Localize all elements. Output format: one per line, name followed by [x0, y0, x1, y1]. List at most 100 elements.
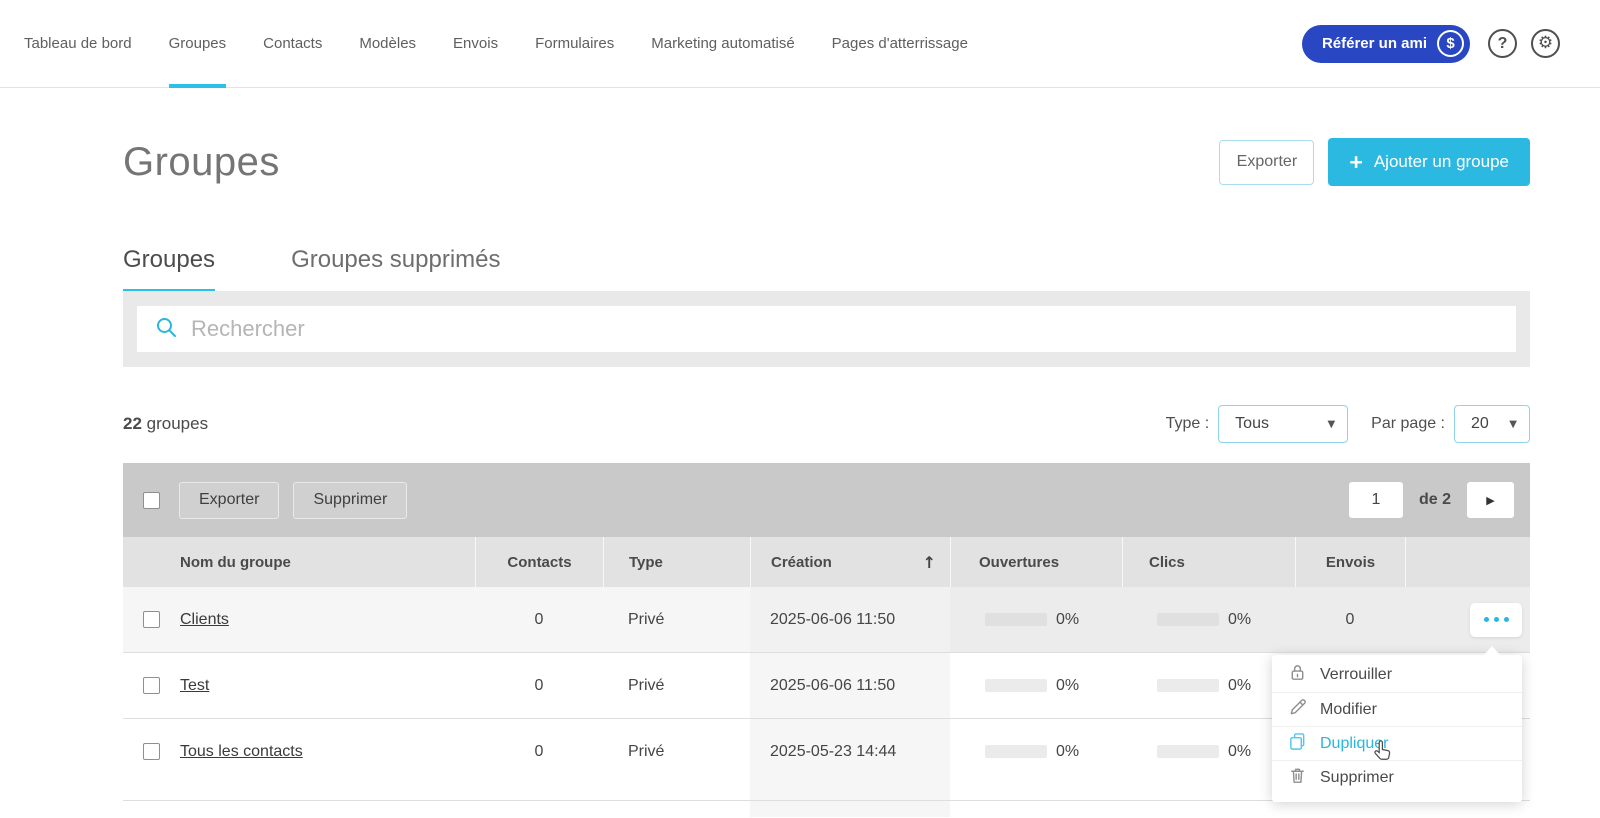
row-created-cell: 2025-06-06 11:50: [750, 653, 950, 718]
header-sends[interactable]: Envois: [1295, 537, 1405, 587]
bulk-export-button[interactable]: Exporter: [179, 482, 279, 519]
dollar-icon: $: [1437, 30, 1464, 57]
clicks-progress-bar: [1157, 679, 1219, 692]
menu-item-edit[interactable]: Modifier: [1272, 692, 1522, 726]
type-filter-select[interactable]: Tous ▼: [1218, 405, 1348, 443]
bulk-delete-button[interactable]: Supprimer: [293, 482, 407, 519]
row-context-menu: Verrouiller Modifier Dupliquer: [1272, 655, 1522, 802]
menu-item-label: Supprimer: [1320, 769, 1394, 787]
row-checkbox[interactable]: [143, 677, 160, 694]
row-opens-cell: 0%: [950, 719, 1122, 800]
tab-groups[interactable]: Groupes: [123, 246, 215, 293]
refer-friend-button[interactable]: Référer un ami $: [1302, 25, 1470, 63]
table-toolbar: Exporter Supprimer de 2 ▶: [123, 463, 1530, 537]
group-name-link[interactable]: Tous les contacts: [180, 743, 303, 761]
nav-item-dashboard[interactable]: Tableau de bord: [24, 0, 132, 88]
clicks-progress-bar: [1157, 745, 1219, 758]
row-type-cell: Privé: [603, 653, 750, 718]
opens-percent: 0%: [1056, 743, 1079, 761]
duplicate-icon: [1288, 732, 1307, 756]
per-page-label: Par page :: [1371, 415, 1445, 433]
page-header: Groupes Exporter + Ajouter un groupe: [123, 136, 1530, 188]
per-page-select[interactable]: 20 ▼: [1454, 405, 1530, 443]
menu-item-lock[interactable]: Verrouiller: [1272, 658, 1522, 692]
row-checkbox[interactable]: [143, 611, 160, 628]
top-navigation: Tableau de bord Groupes Contacts Modèles…: [0, 0, 1600, 88]
row-type-cell: Privé: [603, 587, 750, 652]
group-count: 22 groupes: [123, 414, 208, 434]
row-checkbox[interactable]: [143, 743, 160, 760]
opens-progress-bar: [985, 745, 1047, 758]
group-name-link[interactable]: Clients: [180, 611, 229, 629]
menu-item-duplicate[interactable]: Dupliquer: [1272, 726, 1522, 760]
row-clicks-cell: 0%: [1122, 719, 1295, 800]
header-actions: [1405, 537, 1530, 587]
row-opens-cell: 0%: [950, 653, 1122, 718]
menu-item-label: Modifier: [1320, 701, 1377, 719]
row-created-cell: 2025-06-06 11:50: [750, 587, 950, 652]
menu-item-delete[interactable]: Supprimer: [1272, 760, 1522, 794]
help-icon[interactable]: ?: [1488, 29, 1517, 58]
table-header-row: Nom du groupe Contacts Type Création ↑ O…: [123, 537, 1530, 587]
opens-percent: 0%: [1056, 611, 1079, 629]
header-clicks[interactable]: Clics: [1122, 537, 1295, 587]
row-type-cell: Privé: [603, 719, 750, 800]
select-all-checkbox[interactable]: [143, 492, 160, 509]
nav-item-forms[interactable]: Formulaires: [535, 0, 614, 88]
type-filter-value: Tous: [1235, 415, 1269, 433]
header-name[interactable]: Nom du groupe: [123, 537, 475, 587]
list-meta-row: 22 groupes Type : Tous ▼ Par page : 20 ▼: [123, 402, 1530, 446]
row-sends-cell: 0: [1295, 587, 1405, 652]
plus-icon: +: [1349, 151, 1362, 174]
nav-item-contacts[interactable]: Contacts: [263, 0, 322, 88]
page-number-input[interactable]: [1349, 482, 1403, 518]
row-created-cell: 2025-05-23 14:44: [750, 719, 950, 800]
page-title: Groupes: [123, 140, 280, 185]
header-opens[interactable]: Ouvertures: [950, 537, 1122, 587]
chevron-down-icon: ▼: [1509, 419, 1517, 430]
tab-bar: Groupes Groupes supprimés: [123, 246, 577, 293]
clicks-percent: 0%: [1228, 677, 1251, 695]
lock-icon: [1288, 663, 1307, 687]
trash-icon: [1288, 766, 1307, 790]
table-row: [123, 801, 1530, 817]
search-band: [123, 291, 1530, 367]
search-box[interactable]: [137, 306, 1516, 352]
pencil-icon: [1288, 698, 1307, 722]
search-icon: [155, 316, 177, 343]
nav-item-landing-pages[interactable]: Pages d'atterrissage: [832, 0, 968, 88]
page-header-actions: Exporter + Ajouter un groupe: [1219, 138, 1530, 186]
row-contacts-cell: 0: [475, 587, 603, 652]
refer-friend-label: Référer un ami: [1322, 35, 1427, 52]
next-page-button[interactable]: ▶: [1467, 482, 1514, 518]
group-name-link[interactable]: Test: [180, 677, 209, 695]
row-contacts-cell: 0: [475, 719, 603, 800]
search-input[interactable]: [191, 316, 1498, 342]
type-filter-label: Type :: [1166, 415, 1210, 433]
opens-progress-bar: [985, 613, 1047, 626]
row-menu-button[interactable]: [1470, 603, 1522, 637]
export-button[interactable]: Exporter: [1219, 140, 1314, 185]
header-type[interactable]: Type: [603, 537, 750, 587]
list-filters: Type : Tous ▼ Par page : 20 ▼: [1166, 405, 1530, 443]
gear-icon[interactable]: ⚙: [1531, 29, 1560, 58]
row-name-cell: Test: [123, 653, 475, 718]
sort-ascending-icon[interactable]: ↑: [923, 553, 936, 572]
row-actions-cell: [1405, 587, 1530, 652]
add-group-label: Ajouter un groupe: [1374, 152, 1509, 172]
pagination: de 2 ▶: [1349, 482, 1514, 518]
header-contacts[interactable]: Contacts: [475, 537, 603, 587]
row-clicks-cell: 0%: [1122, 653, 1295, 718]
per-page-value: 20: [1471, 415, 1489, 433]
nav-item-templates[interactable]: Modèles: [359, 0, 416, 88]
row-clicks-cell: 0%: [1122, 587, 1295, 652]
chevron-down-icon: ▼: [1327, 419, 1335, 430]
row-name-cell: Tous les contacts: [123, 719, 475, 800]
header-created[interactable]: Création ↑: [750, 537, 950, 587]
nav-item-campaigns[interactable]: Envois: [453, 0, 498, 88]
nav-item-groups[interactable]: Groupes: [169, 0, 227, 88]
add-group-button[interactable]: + Ajouter un groupe: [1328, 138, 1530, 186]
gear-glyph: ⚙: [1538, 35, 1553, 52]
nav-item-marketing-automation[interactable]: Marketing automatisé: [651, 0, 794, 88]
tab-deleted-groups[interactable]: Groupes supprimés: [291, 246, 500, 293]
